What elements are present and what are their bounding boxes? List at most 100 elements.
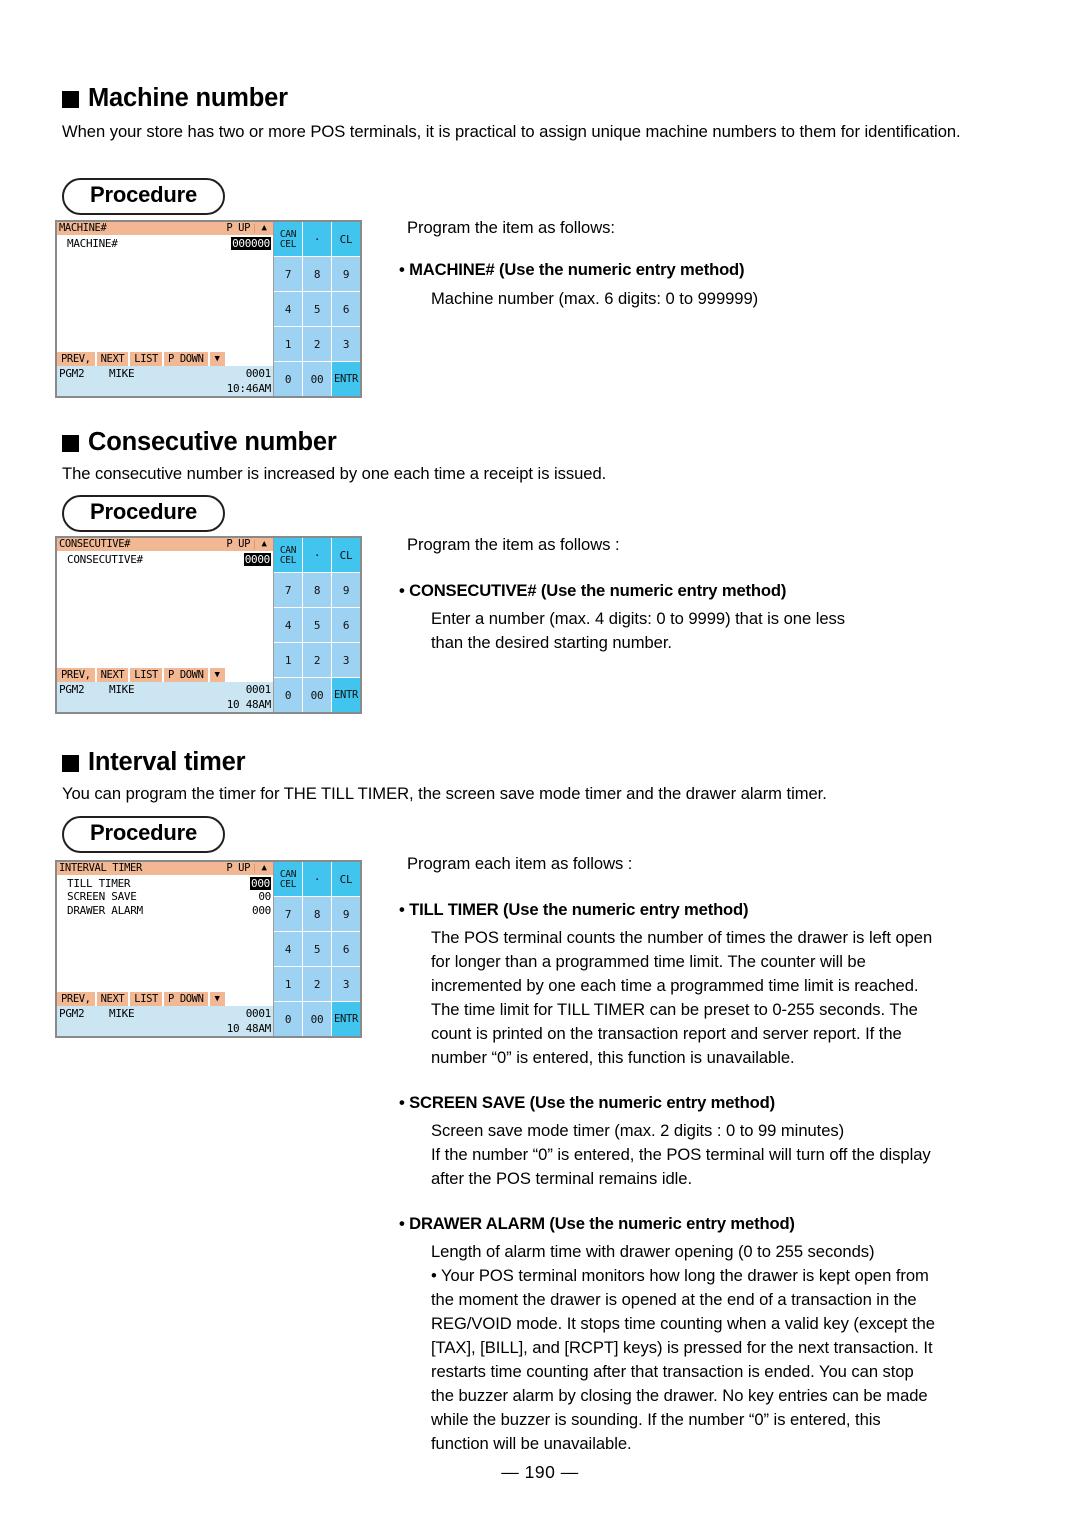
pos-numeric-keypad[interactable]: CAN CEL · CL 7 8 9 4 5 6 1 2 3 0 00 ENTR bbox=[274, 862, 360, 1036]
keypad-cancel-key[interactable]: CAN CEL bbox=[274, 222, 302, 256]
keypad-key-6[interactable]: 6 bbox=[332, 608, 360, 642]
pos-field-row[interactable]: DRAWER ALARM 000 bbox=[57, 904, 273, 918]
keypad-enter-key[interactable]: ENTR bbox=[332, 362, 360, 396]
keypad-key-1[interactable]: 1 bbox=[274, 643, 302, 677]
keypad-enter-key[interactable]: ENTR bbox=[332, 1002, 360, 1036]
keypad-decimal-key[interactable]: · bbox=[303, 862, 331, 896]
interval-timer-lead: Program each item as follows : bbox=[407, 854, 633, 873]
keypad-key-2[interactable]: 2 bbox=[303, 643, 331, 677]
page-up-button[interactable]: P UP bbox=[224, 223, 254, 234]
keypad-key-8[interactable]: 8 bbox=[303, 897, 331, 931]
pos-screen-consecutive-number[interactable]: CONSECUTIVE# P UP ▲ CONSECUTIVE# 0000 PR… bbox=[55, 536, 362, 714]
status-user: MIKE bbox=[109, 367, 135, 380]
keypad-key-4[interactable]: 4 bbox=[274, 292, 302, 326]
pos-screen-body: CONSECUTIVE# P UP ▲ CONSECUTIVE# 0000 PR… bbox=[57, 538, 360, 712]
function-key-list[interactable]: LIST bbox=[130, 668, 162, 682]
scroll-up-arrow-icon[interactable]: ▲ bbox=[254, 224, 273, 233]
consecutive-number-lead: Program the item as follows : bbox=[407, 535, 620, 554]
keypad-key-6[interactable]: 6 bbox=[332, 292, 360, 326]
pos-field-row[interactable]: TILL TIMER 000 bbox=[57, 876, 273, 890]
pos-field-list: TILL TIMER 000 SCREEN SAVE 00 DRAWER ALA… bbox=[57, 875, 273, 992]
bullet-square-icon bbox=[62, 91, 79, 108]
scroll-down-arrow-icon[interactable]: ▼ bbox=[209, 992, 225, 1006]
keypad-key-5[interactable]: 5 bbox=[303, 292, 331, 326]
function-key-prev[interactable]: PREV, bbox=[57, 352, 95, 366]
keypad-key-9[interactable]: 9 bbox=[332, 897, 360, 931]
scroll-up-arrow-icon[interactable]: ▲ bbox=[254, 864, 273, 873]
keypad-key-3[interactable]: 3 bbox=[332, 643, 360, 677]
keypad-enter-key[interactable]: ENTR bbox=[332, 678, 360, 712]
function-key-list[interactable]: LIST bbox=[130, 992, 162, 1006]
page-up-button[interactable]: P UP bbox=[224, 539, 254, 550]
pos-field-label: TILL TIMER bbox=[67, 876, 131, 890]
pos-field-row[interactable]: CONSECUTIVE# 0000 bbox=[57, 552, 273, 566]
keypad-key-7[interactable]: 7 bbox=[274, 573, 302, 607]
keypad-key-8[interactable]: 8 bbox=[303, 573, 331, 607]
keypad-key-1[interactable]: 1 bbox=[274, 967, 302, 1001]
pos-screen-interval-timer[interactable]: INTERVAL TIMER P UP ▲ TILL TIMER 000 SCR… bbox=[55, 860, 362, 1038]
section-heading-consecutive-number: Consecutive number bbox=[62, 428, 337, 457]
function-key-page-down[interactable]: P DOWN bbox=[163, 992, 208, 1006]
consecutive-number-bullet-line-1: Enter a number (max. 4 digits: 0 to 9999… bbox=[431, 609, 846, 628]
bullet-square-icon bbox=[62, 755, 79, 772]
procedure-label: Procedure bbox=[62, 816, 226, 853]
pos-field-value[interactable]: 000000 bbox=[231, 236, 271, 250]
keypad-key-4[interactable]: 4 bbox=[274, 932, 302, 966]
pos-field-value[interactable]: 00 bbox=[258, 890, 271, 904]
consecutive-number-intro: The consecutive number is increased by o… bbox=[62, 464, 607, 483]
keypad-key-5[interactable]: 5 bbox=[303, 932, 331, 966]
pos-screen-machine-number[interactable]: MACHINE# P UP ▲ MACHINE# 000000 PREV, NE… bbox=[55, 220, 362, 398]
keypad-key-3[interactable]: 3 bbox=[332, 967, 360, 1001]
scroll-down-arrow-icon[interactable]: ▼ bbox=[209, 352, 225, 366]
pos-field-row[interactable]: MACHINE# 000000 bbox=[57, 236, 273, 250]
pos-title-bar: MACHINE# P UP ▲ bbox=[57, 222, 273, 235]
keypad-key-7[interactable]: 7 bbox=[274, 897, 302, 931]
keypad-key-4[interactable]: 4 bbox=[274, 608, 302, 642]
keypad-clear-key[interactable]: CL bbox=[332, 222, 360, 256]
keypad-key-00[interactable]: 00 bbox=[303, 1002, 331, 1036]
pos-numeric-keypad[interactable]: CAN CEL · CL 7 8 9 4 5 6 1 2 3 0 00 ENTR bbox=[274, 222, 360, 396]
pos-field-value[interactable]: 000 bbox=[252, 904, 271, 918]
function-key-prev[interactable]: PREV, bbox=[57, 668, 95, 682]
keypad-cancel-key[interactable]: CAN CEL bbox=[274, 862, 302, 896]
function-key-next[interactable]: NEXT bbox=[96, 352, 129, 366]
pos-field-value[interactable]: 0000 bbox=[243, 552, 271, 566]
keypad-cancel-key[interactable]: CAN CEL bbox=[274, 538, 302, 572]
scroll-up-arrow-icon[interactable]: ▲ bbox=[254, 540, 273, 549]
keypad-clear-key[interactable]: CL bbox=[332, 538, 360, 572]
status-counter: 0001 bbox=[245, 1007, 272, 1020]
page-up-button[interactable]: P UP bbox=[224, 863, 254, 874]
keypad-key-0[interactable]: 0 bbox=[274, 1002, 302, 1036]
keypad-decimal-key[interactable]: · bbox=[303, 222, 331, 256]
keypad-key-2[interactable]: 2 bbox=[303, 967, 331, 1001]
keypad-key-0[interactable]: 0 bbox=[274, 678, 302, 712]
keypad-key-9[interactable]: 9 bbox=[332, 257, 360, 291]
heading-text: Consecutive number bbox=[88, 428, 337, 456]
pos-numeric-keypad[interactable]: CAN CEL · CL 7 8 9 4 5 6 1 2 3 0 00 ENTR bbox=[274, 538, 360, 712]
keypad-decimal-key[interactable]: · bbox=[303, 538, 331, 572]
keypad-key-00[interactable]: 00 bbox=[303, 678, 331, 712]
keypad-key-2[interactable]: 2 bbox=[303, 327, 331, 361]
keypad-key-7[interactable]: 7 bbox=[274, 257, 302, 291]
scroll-down-arrow-icon[interactable]: ▼ bbox=[209, 668, 225, 682]
keypad-key-1[interactable]: 1 bbox=[274, 327, 302, 361]
function-bar-filler bbox=[226, 352, 273, 366]
keypad-key-5[interactable]: 5 bbox=[303, 608, 331, 642]
keypad-key-0[interactable]: 0 bbox=[274, 362, 302, 396]
section-heading-machine-number: Machine number bbox=[62, 84, 288, 113]
pos-field-row[interactable]: SCREEN SAVE 00 bbox=[57, 890, 273, 904]
pos-field-value[interactable]: 000 bbox=[250, 876, 271, 890]
function-key-prev[interactable]: PREV, bbox=[57, 992, 95, 1006]
keypad-key-8[interactable]: 8 bbox=[303, 257, 331, 291]
function-key-page-down[interactable]: P DOWN bbox=[163, 668, 208, 682]
keypad-key-9[interactable]: 9 bbox=[332, 573, 360, 607]
keypad-key-6[interactable]: 6 bbox=[332, 932, 360, 966]
keypad-key-00[interactable]: 00 bbox=[303, 362, 331, 396]
function-key-next[interactable]: NEXT bbox=[96, 992, 129, 1006]
keypad-key-3[interactable]: 3 bbox=[332, 327, 360, 361]
keypad-clear-key[interactable]: CL bbox=[332, 862, 360, 896]
drawer-alarm-bullet-title: • DRAWER ALARM (Use the numeric entry me… bbox=[399, 1214, 795, 1233]
function-key-page-down[interactable]: P DOWN bbox=[163, 352, 208, 366]
function-key-list[interactable]: LIST bbox=[130, 352, 162, 366]
function-key-next[interactable]: NEXT bbox=[96, 668, 129, 682]
